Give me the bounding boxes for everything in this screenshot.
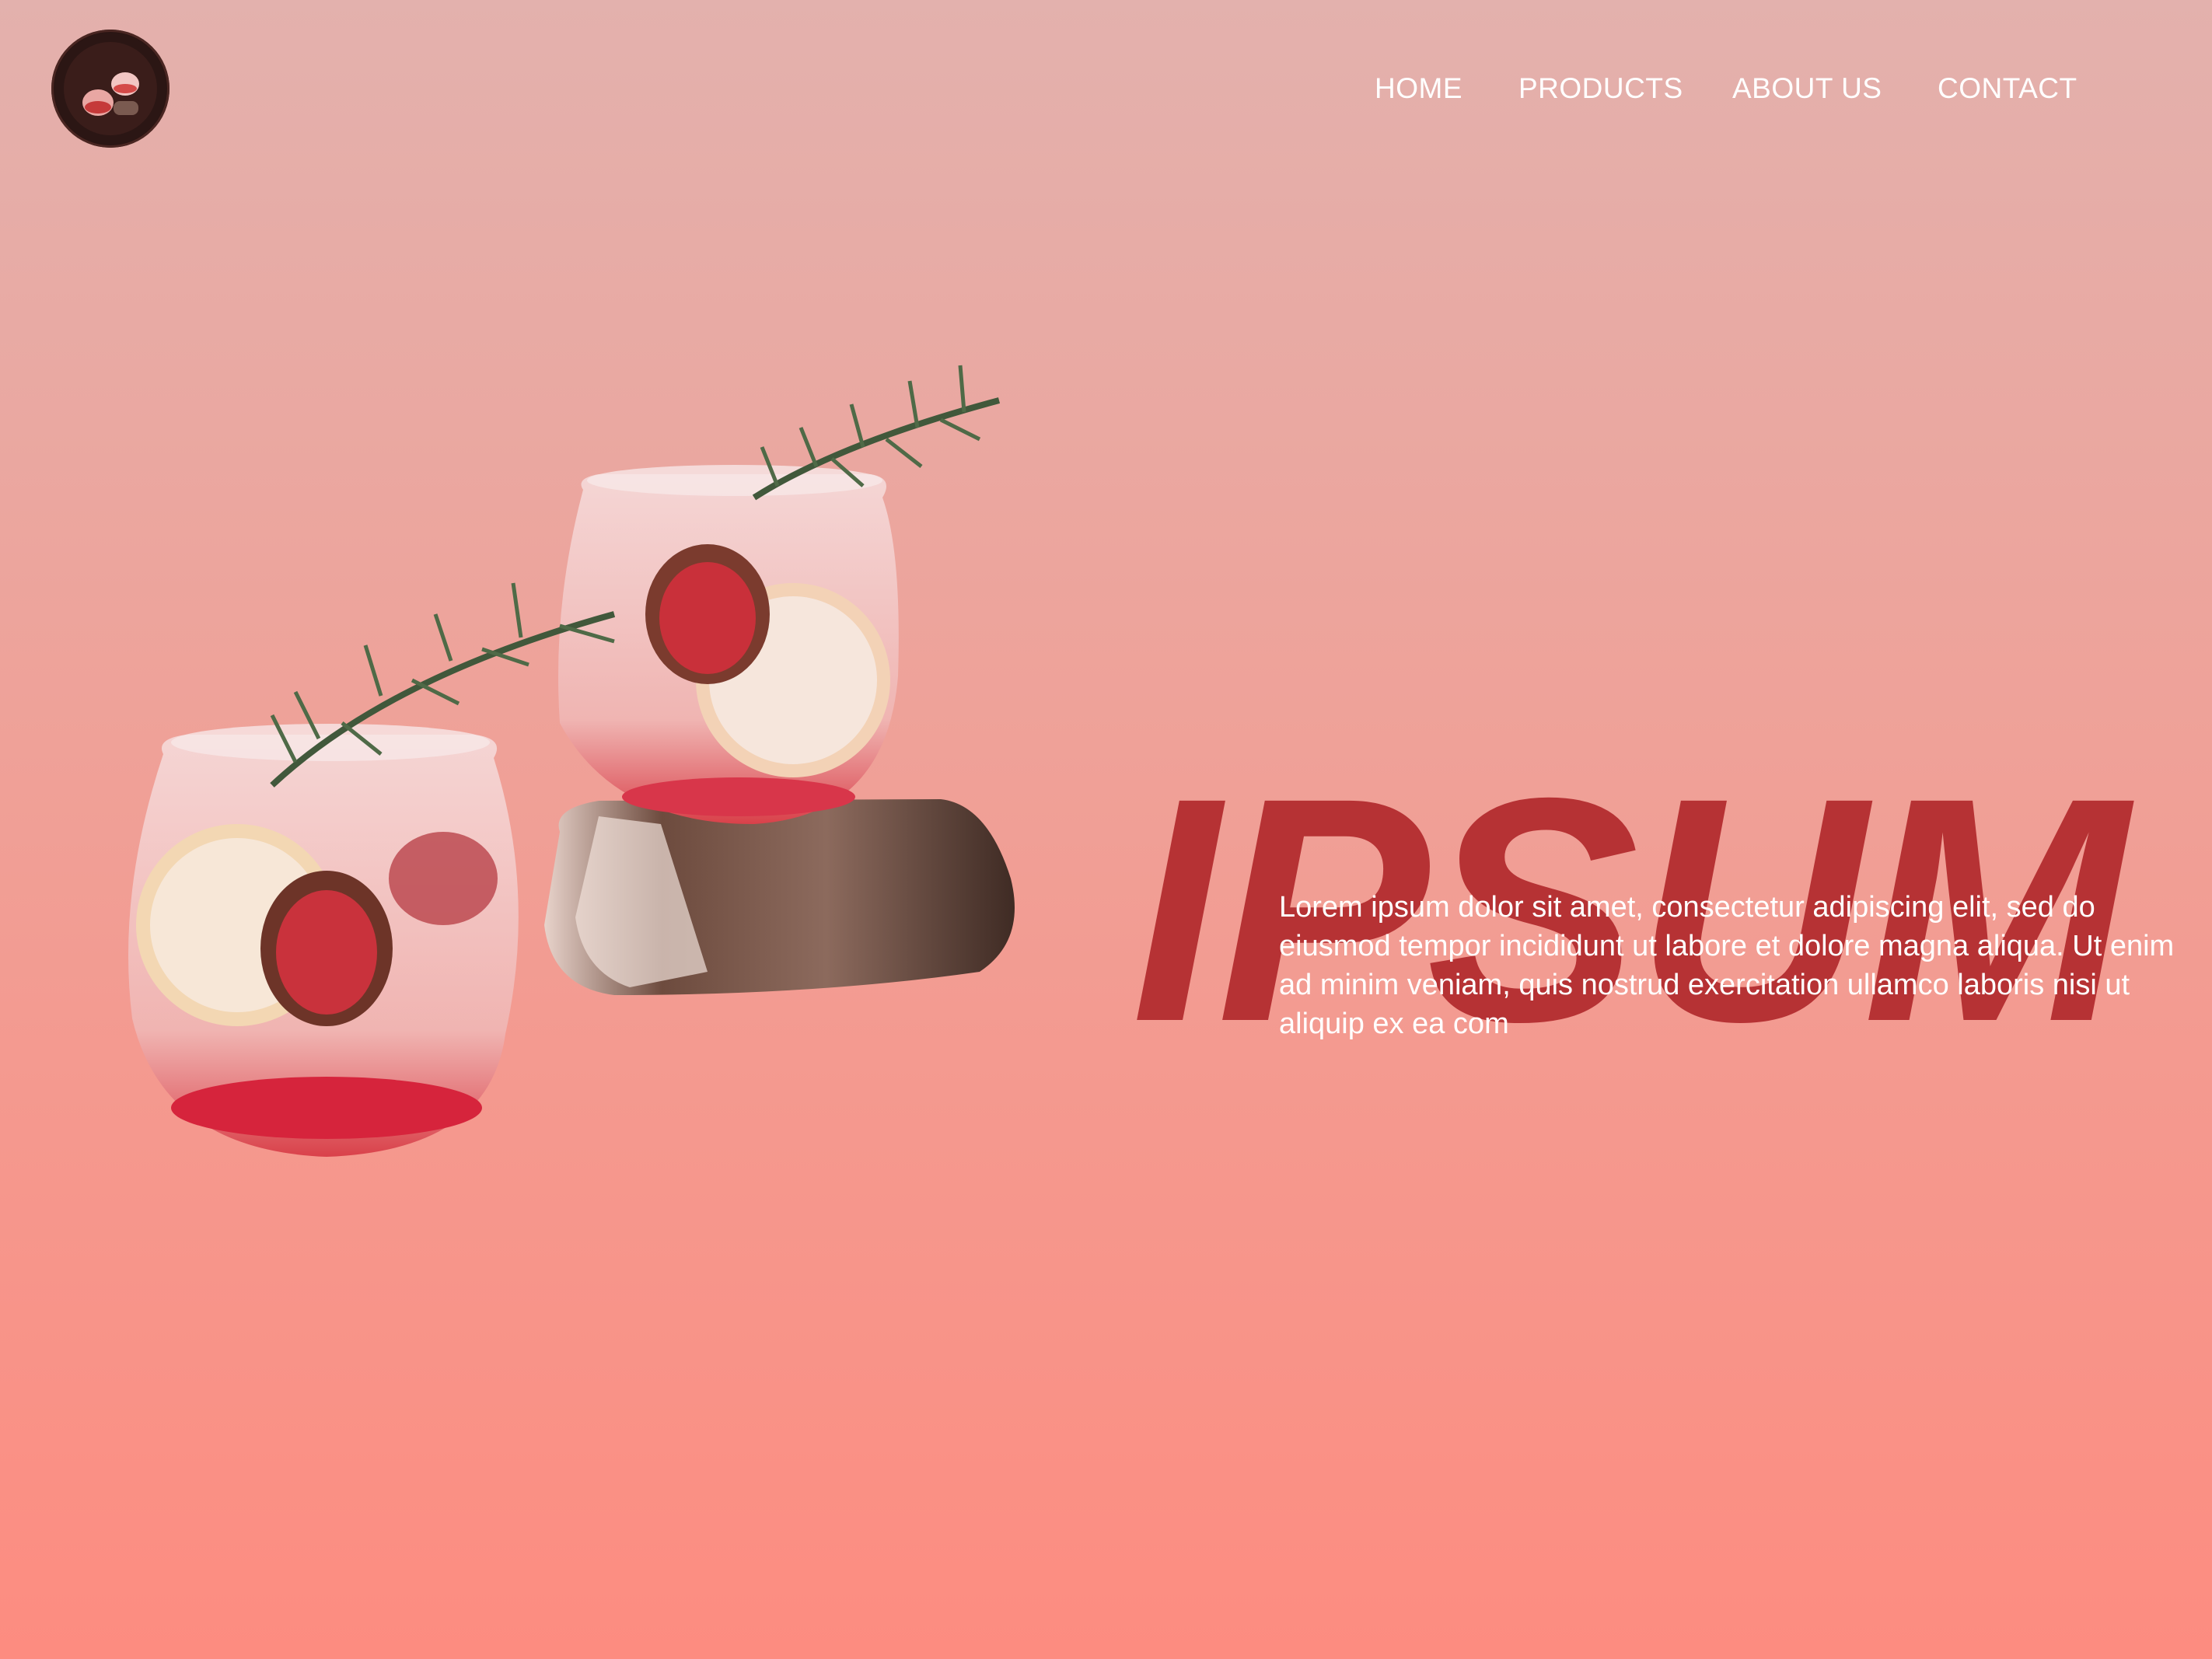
nav-products[interactable]: PRODUCTS — [1518, 70, 1683, 107]
hero-description: Lorem ipsum dolor sit amet, consectetur … — [1279, 891, 2175, 1040]
cocktail-logo-icon — [54, 33, 166, 145]
nav-about-us[interactable]: ABOUT US — [1732, 70, 1882, 107]
nav-home[interactable]: HOME — [1375, 70, 1462, 107]
hero-image — [117, 350, 1050, 1166]
cocktail-glasses-image — [128, 365, 1015, 1157]
nav-contact[interactable]: CONTACT — [1938, 70, 2077, 107]
logo[interactable] — [51, 30, 169, 148]
main-nav: HOME PRODUCTS ABOUT US CONTACT — [1375, 70, 2212, 107]
